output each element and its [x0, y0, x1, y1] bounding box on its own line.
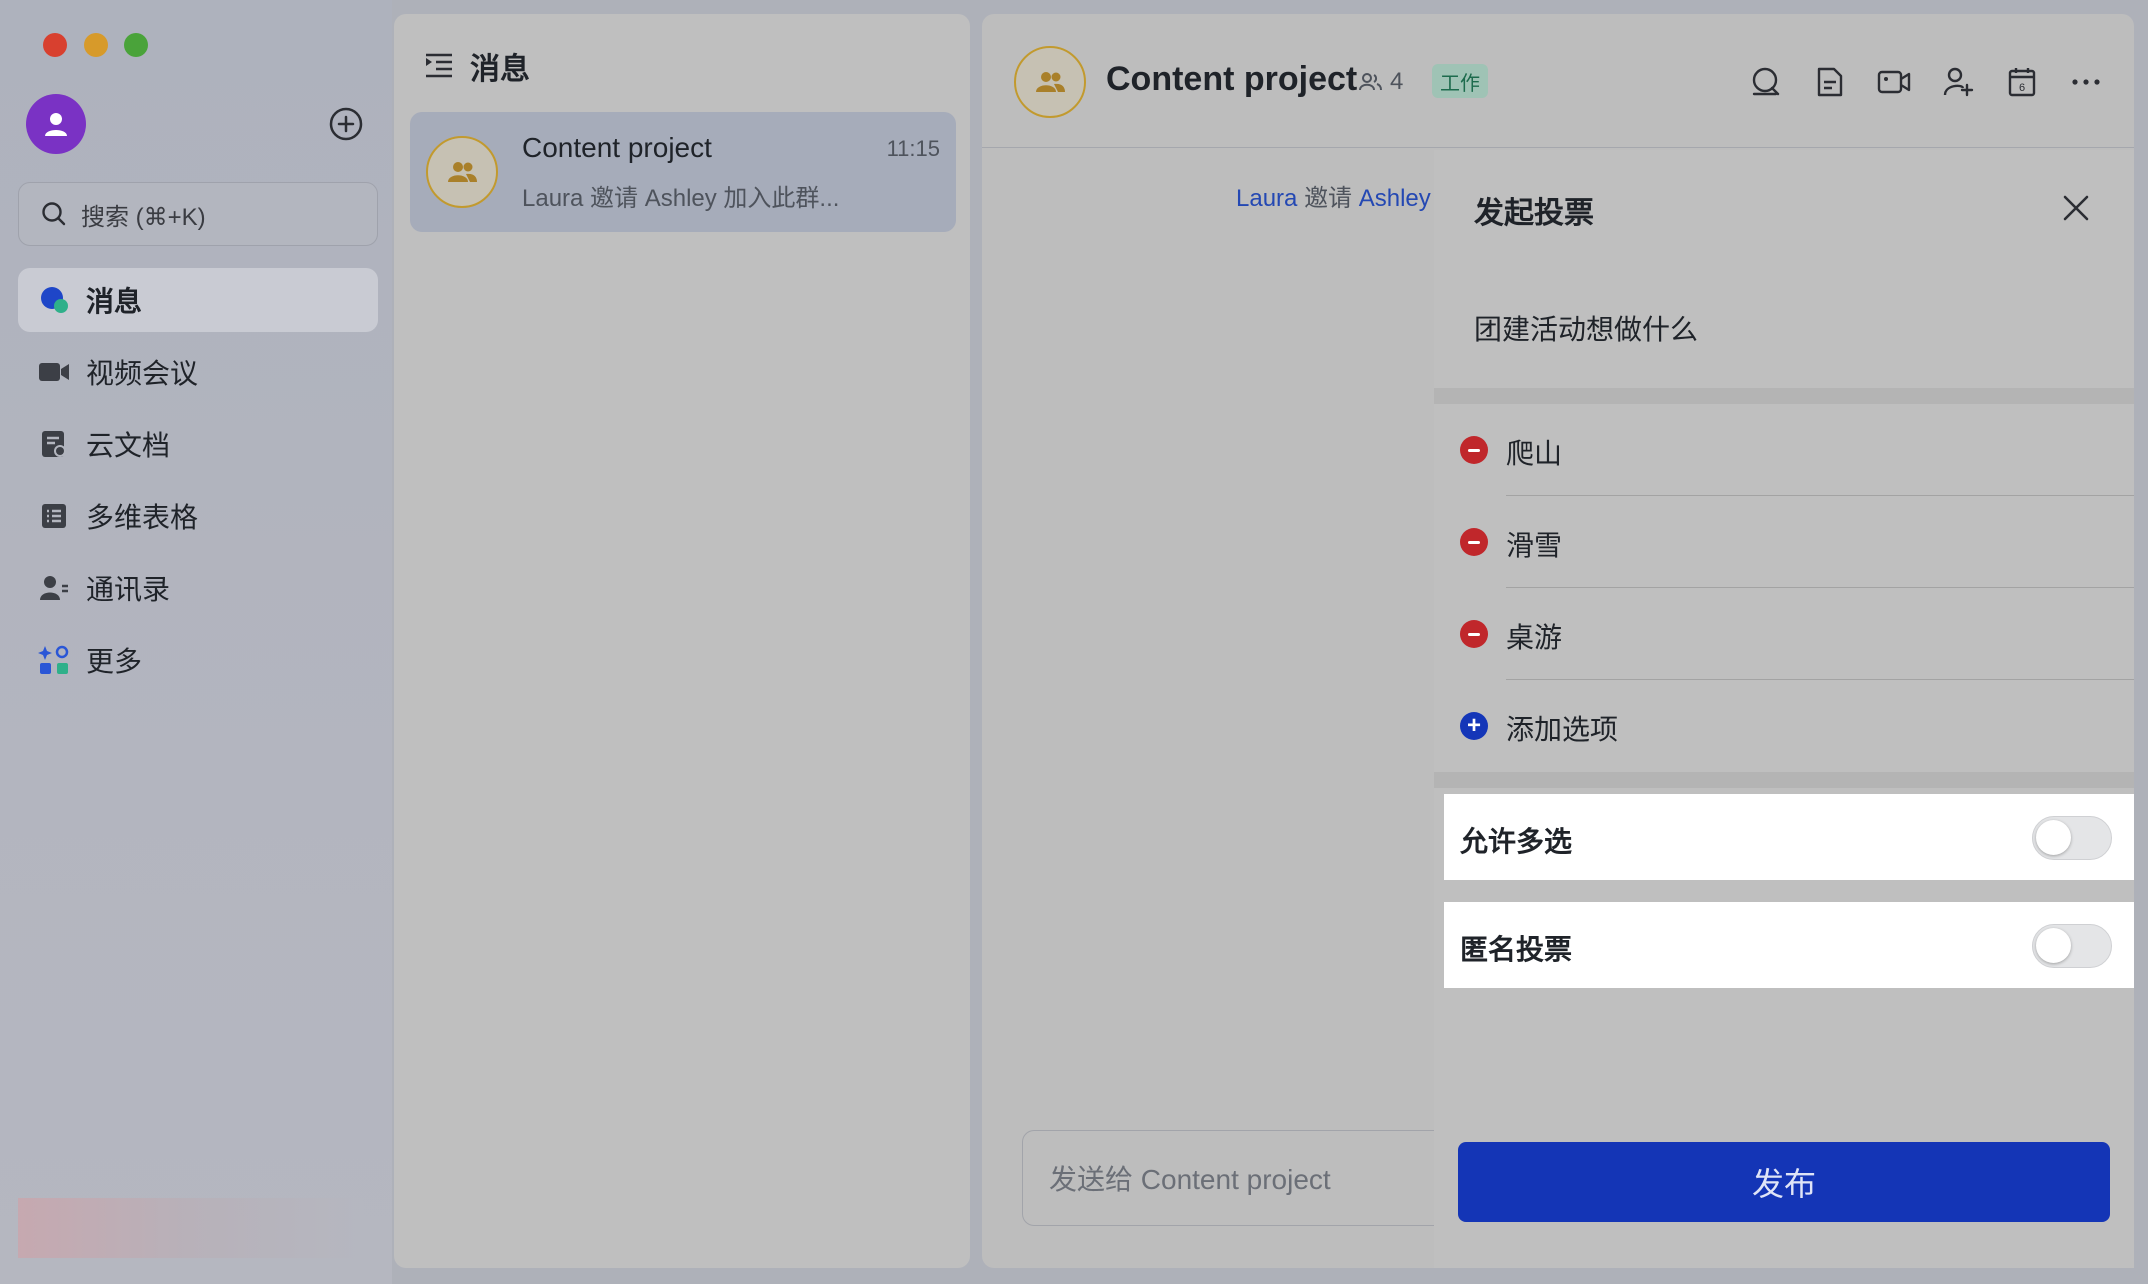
poll-option-label[interactable]: 滑雪	[1506, 524, 1562, 564]
more-apps-icon	[38, 644, 70, 676]
add-option-button[interactable]: + 添加选项	[1434, 680, 2134, 772]
sidebar-item-label: 消息	[86, 286, 143, 317]
user-avatar[interactable]	[26, 94, 86, 154]
sidebar-nav: 消息 视频会议 云文档 多维表格 通讯录 更多	[18, 268, 378, 700]
close-window-button[interactable]	[43, 33, 67, 57]
conversation-header: Content project 4 工作 6	[982, 14, 2134, 148]
group-icon	[448, 162, 477, 182]
contacts-icon	[38, 572, 70, 604]
poll-option[interactable]: 滑雪	[1434, 496, 2134, 588]
add-icon[interactable]	[328, 106, 364, 142]
system-message-target[interactable]: Ashley	[1359, 185, 1431, 212]
anonymous-vote-setting: 匿名投票	[1444, 902, 2134, 988]
sidebar-item-label: 更多	[86, 646, 143, 677]
chat-name: Content project	[522, 132, 712, 163]
allow-multiple-toggle[interactable]	[2032, 816, 2112, 860]
app-window: 搜索 (⌘+K) 消息 视频会议 云文档 多维表格 通讯录 更多 消息 Cont…	[0, 0, 2148, 1284]
message-input[interactable]: 发送给 Content project	[1022, 1130, 1442, 1226]
setting-label: 匿名投票	[1460, 934, 1573, 965]
sidebar-item-label: 通讯录	[86, 574, 171, 605]
chat-bubble-icon	[38, 284, 70, 316]
calendar-day: 6	[2019, 82, 2025, 94]
allow-multiple-setting: 允许多选	[1444, 794, 2134, 880]
system-message-verb: 邀请	[1304, 185, 1353, 212]
cloud-doc-icon	[38, 428, 70, 460]
poll-option-label[interactable]: 桌游	[1506, 616, 1562, 656]
members-icon	[1359, 73, 1382, 91]
document-icon[interactable]	[1810, 62, 1850, 102]
search-icon[interactable]	[1746, 62, 1786, 102]
collapse-list-icon[interactable]	[424, 52, 454, 80]
sidebar-item-messages[interactable]: 消息	[18, 268, 378, 332]
user-icon	[45, 113, 67, 136]
more-icon[interactable]	[2066, 62, 2106, 102]
poll-drawer: 发起投票 团建活动想做什么 爬山 滑雪 桌游 + 添加选项 允许多选 匿名投票 …	[1434, 150, 2134, 1268]
work-tag: 工作	[1432, 64, 1488, 98]
sidebar-item-video-meetings[interactable]: 视频会议	[18, 340, 378, 404]
maximize-window-button[interactable]	[124, 33, 148, 57]
poll-option-label[interactable]: 爬山	[1506, 432, 1562, 472]
setting-label: 允许多选	[1460, 826, 1573, 857]
add-option-icon[interactable]: +	[1460, 712, 1488, 740]
poll-option[interactable]: 爬山	[1434, 404, 2134, 496]
chat-list-header: 消息	[424, 44, 530, 88]
system-message: Laura 邀请 Ashley	[1236, 178, 1431, 213]
search-placeholder: 搜索 (⌘+K)	[81, 203, 206, 231]
table-icon	[38, 500, 70, 532]
close-icon[interactable]	[2056, 188, 2096, 228]
video-camera-icon	[38, 356, 70, 388]
sidebar-item-cloud-docs[interactable]: 云文档	[18, 412, 378, 476]
poll-option[interactable]: 桌游	[1434, 588, 2134, 680]
remove-option-icon[interactable]	[1460, 620, 1488, 648]
minimize-window-button[interactable]	[84, 33, 108, 57]
calendar-icon[interactable]: 6	[2002, 62, 2042, 102]
chat-list-item[interactable]: Content project 11:15 Laura 邀请 Ashley 加入…	[410, 112, 956, 232]
group-icon	[1036, 72, 1065, 92]
section-divider	[1434, 388, 2134, 404]
chat-list-title: 消息	[470, 53, 530, 86]
group-avatar[interactable]	[1014, 46, 1086, 118]
chat-preview: Laura 邀请 Ashley 加入此群...	[522, 185, 840, 212]
anonymous-vote-toggle[interactable]	[2032, 924, 2112, 968]
chat-list-panel: 消息 Content project 11:15 Laura 邀请 Ashley…	[394, 14, 970, 1268]
sidebar-item-base[interactable]: 多维表格	[18, 484, 378, 548]
chat-time: 11:15	[886, 136, 940, 161]
publish-button[interactable]: 发布	[1458, 1142, 2110, 1222]
member-count[interactable]: 4	[1358, 68, 1403, 96]
sidebar-item-more[interactable]: 更多	[18, 628, 378, 692]
remove-option-icon[interactable]	[1460, 436, 1488, 464]
section-divider	[1434, 772, 2134, 788]
member-count-value: 4	[1390, 68, 1404, 95]
sidebar-item-contacts[interactable]: 通讯录	[18, 556, 378, 620]
sidebar-item-label: 视频会议	[86, 358, 199, 389]
remove-option-icon[interactable]	[1460, 528, 1488, 556]
video-call-icon[interactable]	[1874, 62, 1914, 102]
blurred-profile-area	[18, 1198, 363, 1258]
poll-title: 发起投票	[1474, 197, 1594, 230]
sidebar-item-label: 多维表格	[86, 502, 199, 533]
sidebar-item-label: 云文档	[86, 430, 171, 461]
system-message-actor[interactable]: Laura	[1236, 185, 1297, 212]
poll-question-input[interactable]: 团建活动想做什么	[1474, 308, 1698, 348]
group-avatar	[426, 136, 498, 208]
sidebar: 搜索 (⌘+K) 消息 视频会议 云文档 多维表格 通讯录 更多	[0, 0, 392, 1284]
conversation-toolbar: 6	[1722, 62, 2106, 102]
search-input[interactable]: 搜索 (⌘+K)	[18, 182, 378, 246]
add-option-label: 添加选项	[1506, 714, 1619, 745]
conversation-title[interactable]: Content project	[1106, 60, 1357, 99]
message-input-placeholder: 发送给 Content project	[1049, 1164, 1331, 1195]
search-icon	[42, 202, 66, 226]
add-member-icon[interactable]	[1938, 62, 1978, 102]
